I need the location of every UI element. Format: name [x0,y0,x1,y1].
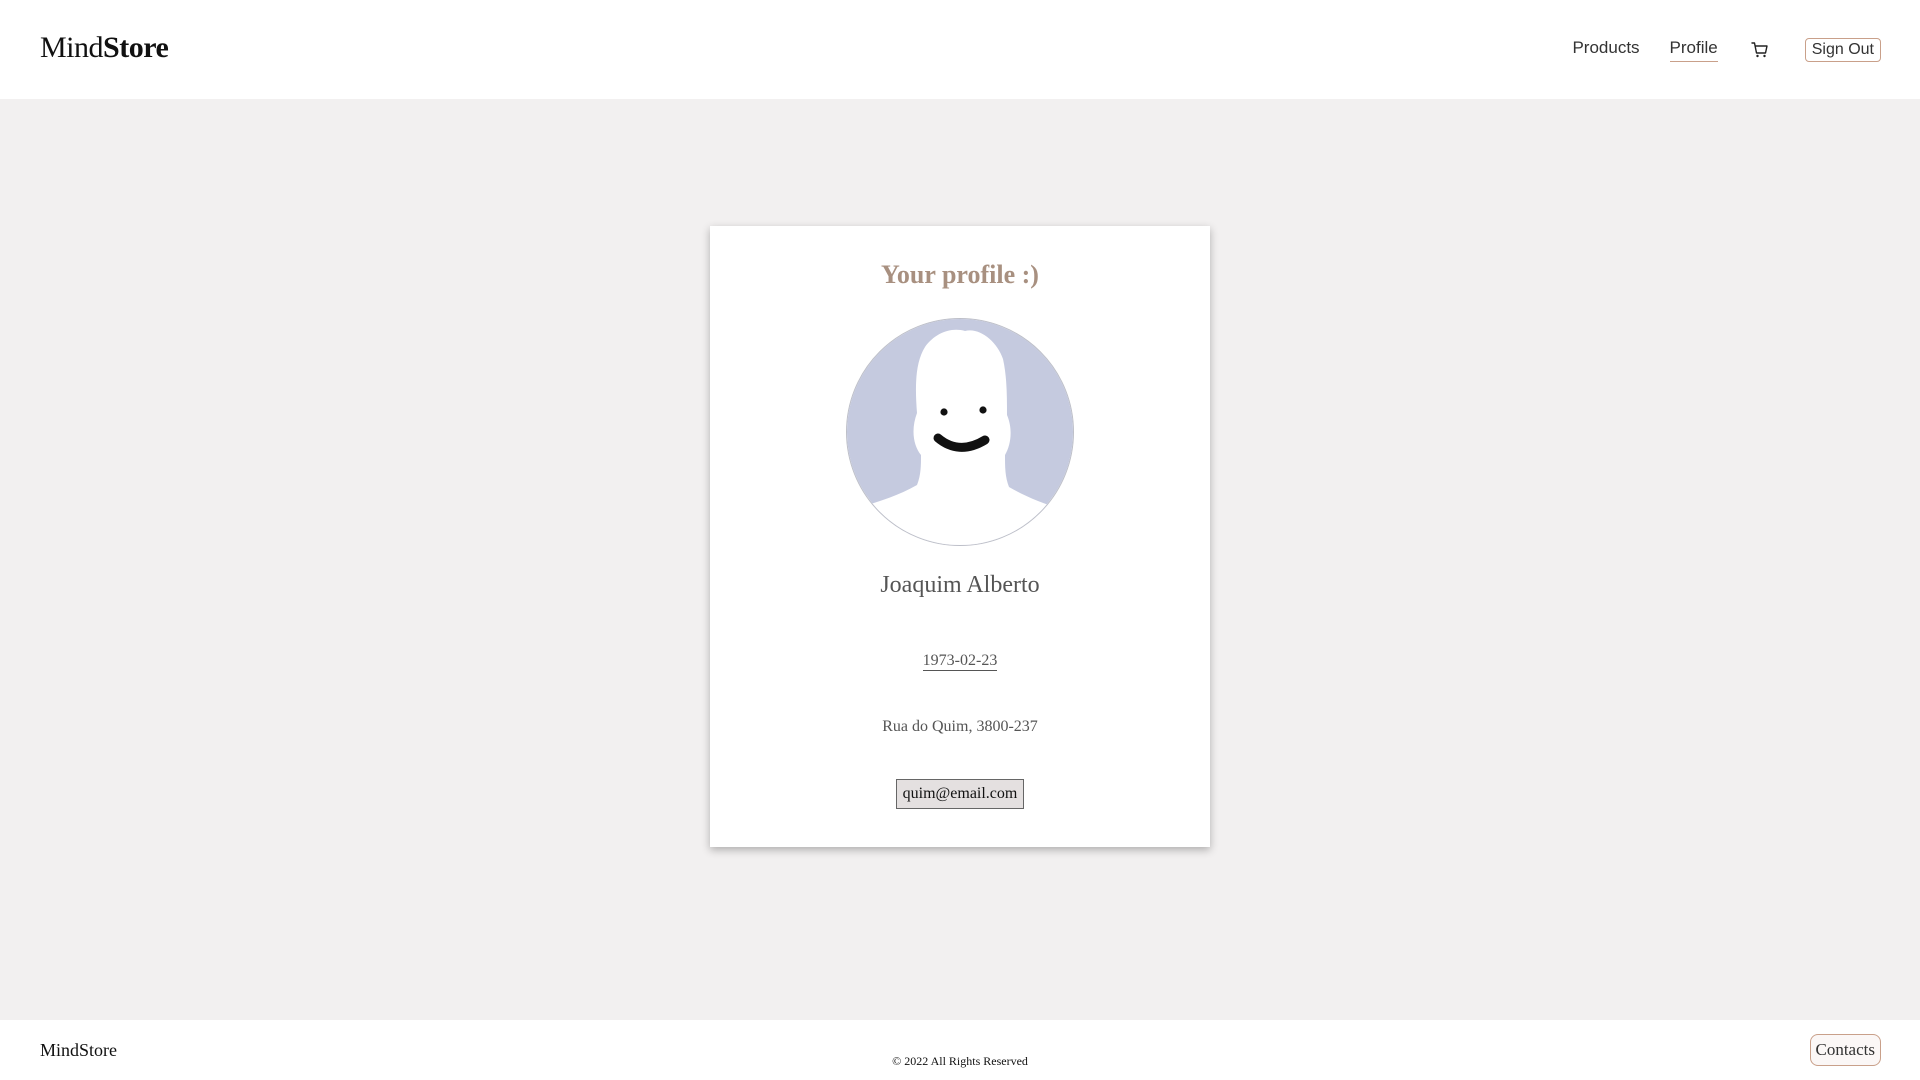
cart-icon [1751,41,1768,57]
footer-copyright: © 2022 All Rights Reserved [892,1054,1028,1068]
footer: MindStore © 2022 All Rights Reserved Con… [0,1020,1920,1080]
profile-email-button[interactable]: quim@email.com [895,779,1025,809]
sign-out-button[interactable]: Sign Out [1804,37,1881,62]
profile-birthdate-row: 1973-02-23 [710,652,1210,671]
cart-button[interactable] [1748,38,1772,62]
brand-logo-part-mind: Mind [40,31,104,64]
profile-address: Rua do Quim, 3800-237 [882,718,1038,735]
profile-card: Your profile :) Joaquim Alberto 1973-02-… [710,226,1210,847]
avatar-icon [847,319,1073,545]
profile-name: Joaquim Alberto [880,572,1040,598]
header: MindStore Products Profile Sign Out [0,0,1920,99]
brand-logo-part-store: Store [103,31,169,64]
avatar [846,318,1074,546]
profile-title: Your profile :) [881,260,1039,289]
contacts-button[interactable]: Contacts [1809,1034,1881,1066]
nav-products-link[interactable]: Products [1572,38,1639,61]
brand-logo[interactable]: MindStore [40,30,169,66]
profile-birthdate: 1973-02-23 [922,652,998,671]
nav-profile-link[interactable]: Profile [1669,38,1718,62]
profile-email-row: quim@email.com [710,779,1210,809]
main-nav: Products Profile Sign Out [1542,0,1881,99]
